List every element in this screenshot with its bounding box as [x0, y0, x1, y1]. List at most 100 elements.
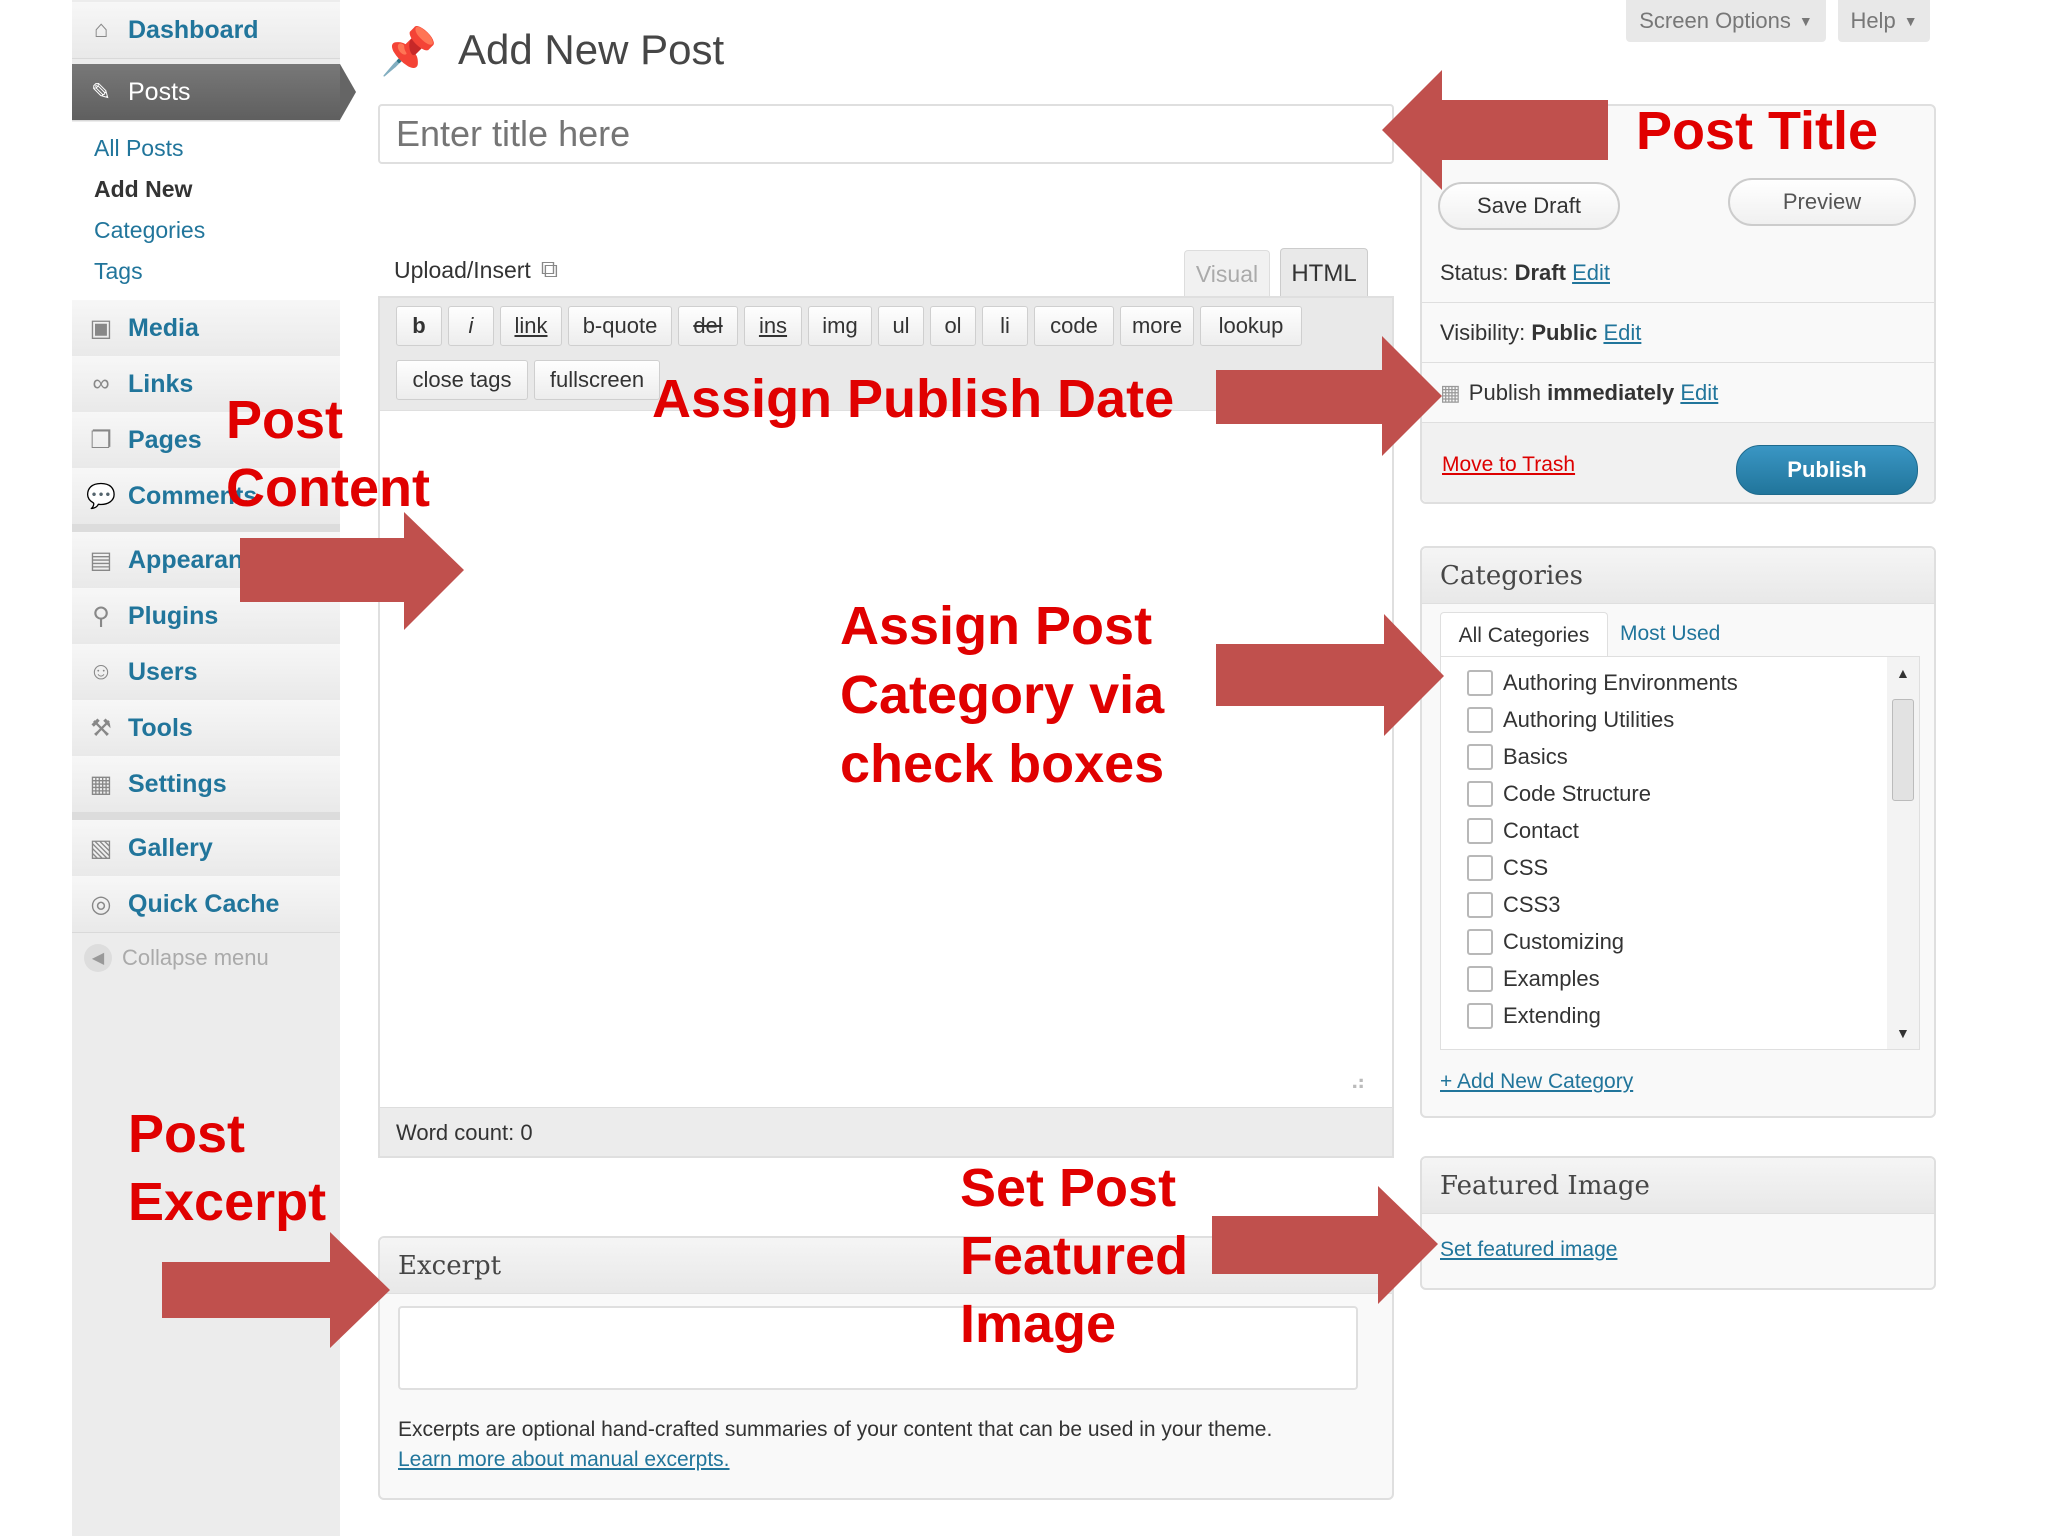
category-item[interactable]: Customizing — [1467, 926, 1624, 958]
menu-item-settings[interactable]: ▦ Settings — [72, 756, 340, 813]
quicktag-fullscreen-button[interactable]: fullscreen — [534, 360, 660, 400]
excerpt-textarea[interactable] — [398, 1306, 1358, 1390]
categories-box: Categories All Categories Most Used Auth… — [1420, 546, 1936, 1118]
category-item[interactable]: Authoring Environments — [1467, 667, 1738, 699]
category-checkbox[interactable] — [1467, 818, 1493, 844]
link-icon: ∞ — [92, 370, 110, 397]
categories-box-title: Categories — [1422, 548, 1934, 604]
edit-status-link[interactable]: Edit — [1572, 260, 1610, 285]
tab-html[interactable]: HTML — [1280, 248, 1368, 299]
quicktag-bquote-button[interactable]: b-quote — [568, 306, 672, 346]
category-item[interactable]: Code Structure — [1467, 778, 1651, 810]
quicktag-li-button[interactable]: li — [982, 306, 1028, 346]
plugin-icon: ⚲ — [92, 602, 110, 630]
category-item[interactable]: Authoring Utilities — [1467, 704, 1674, 736]
menu-item-media[interactable]: ▣ Media — [72, 300, 340, 357]
tab-visual[interactable]: Visual — [1184, 250, 1270, 297]
category-item[interactable]: Extending — [1467, 1000, 1601, 1032]
collapse-menu[interactable]: ◀ Collapse menu — [84, 944, 269, 972]
category-checkbox[interactable] — [1467, 781, 1493, 807]
menu-label: Plugins — [128, 601, 219, 630]
category-item[interactable]: CSS3 — [1467, 889, 1560, 921]
publish-button[interactable]: Publish — [1736, 445, 1918, 495]
menu-label: Media — [128, 313, 199, 342]
quicktag-i-button[interactable]: i — [448, 306, 494, 346]
quicktag-lookup-button[interactable]: lookup — [1200, 306, 1302, 346]
category-item[interactable]: CSS — [1467, 852, 1548, 884]
annotation-line: check boxes — [840, 734, 1165, 794]
menu-separator — [72, 812, 340, 820]
settings-icon: ▦ — [89, 770, 113, 798]
annotation-line: Assign Post — [840, 596, 1153, 656]
menu-item-quick-cache[interactable]: ◎ Quick Cache — [72, 876, 340, 933]
annotation-excerpt: Post Excerpt — [128, 1100, 326, 1236]
category-label: Code Structure — [1503, 781, 1651, 806]
quicktag-ol-button[interactable]: ol — [930, 306, 976, 346]
menu-item-appearance[interactable]: ▤ Appearance — [72, 532, 340, 589]
tab-most-used[interactable]: Most Used — [1620, 622, 1720, 646]
screen-options-button[interactable]: Screen Options ▼ — [1626, 0, 1826, 42]
quicktag-del-button[interactable]: del — [678, 306, 738, 346]
category-checkbox[interactable] — [1467, 966, 1493, 992]
menu-label: Gallery — [128, 833, 213, 862]
menu-item-users[interactable]: ☺ Users — [72, 644, 340, 701]
category-item[interactable]: Examples — [1467, 963, 1600, 995]
category-label: Authoring Utilities — [1503, 707, 1675, 732]
edit-publish-date-link[interactable]: Edit — [1680, 380, 1718, 406]
add-new-category-link[interactable]: + Add New Category — [1440, 1070, 1633, 1094]
quicktag-ul-button[interactable]: ul — [878, 306, 924, 346]
publish-date-value: immediately — [1547, 380, 1675, 405]
tab-all-categories[interactable]: All Categories — [1440, 612, 1608, 659]
annotation-featured: Set Post Featured Image — [960, 1154, 1188, 1358]
scroll-down-icon[interactable]: ▼ — [1896, 1025, 1910, 1041]
appearance-icon: ▤ — [89, 546, 113, 574]
menu-item-gallery[interactable]: ▧ Gallery — [72, 820, 340, 877]
publish-date-label: Publish — [1468, 380, 1541, 405]
category-scrollbar[interactable]: ▲ ▼ — [1887, 657, 1919, 1049]
quicktag-ins-button[interactable]: ins — [744, 306, 802, 346]
resize-handle-icon[interactable]: ⠴ — [1350, 1070, 1366, 1096]
post-title-input[interactable] — [378, 104, 1394, 164]
learn-more-excerpts-link[interactable]: Learn more about manual excerpts. — [398, 1448, 730, 1472]
menu-item-plugins[interactable]: ⚲ Plugins — [72, 588, 340, 645]
visibility-value: Public — [1531, 320, 1598, 345]
quicktag-more-button[interactable]: more — [1120, 306, 1194, 346]
publish-actions: Move to Trash Publish — [1422, 422, 1934, 502]
quicktag-b-button[interactable]: b — [396, 306, 442, 346]
move-to-trash-link[interactable]: Move to Trash — [1442, 453, 1575, 477]
category-checkbox[interactable] — [1467, 744, 1493, 770]
menu-item-posts[interactable]: ✎ Posts — [72, 64, 356, 121]
menu-item-dashboard[interactable]: ⌂ Dashboard — [72, 2, 340, 59]
category-item[interactable]: Contact — [1467, 815, 1579, 847]
save-draft-button[interactable]: Save Draft — [1438, 182, 1620, 230]
submenu-tags[interactable]: Tags — [94, 258, 143, 285]
category-checkbox[interactable] — [1467, 1003, 1493, 1029]
edit-visibility-link[interactable]: Edit — [1603, 320, 1641, 345]
screen-options-label: Screen Options — [1639, 8, 1791, 33]
submenu-all-posts[interactable]: All Posts — [94, 135, 183, 162]
upload-insert[interactable]: Upload/Insert ⧉ — [394, 256, 558, 284]
submenu-add-new[interactable]: Add New — [94, 176, 192, 203]
category-checkbox[interactable] — [1467, 670, 1493, 696]
category-checkbox[interactable] — [1467, 892, 1493, 918]
scroll-up-icon[interactable]: ▲ — [1896, 665, 1910, 681]
category-label: Contact — [1503, 818, 1579, 843]
help-button[interactable]: Help ▼ — [1838, 0, 1930, 42]
preview-button[interactable]: Preview — [1728, 178, 1916, 226]
annotation-line: Featured — [960, 1226, 1189, 1286]
menu-item-tools[interactable]: ⚒ Tools — [72, 700, 340, 757]
visibility-row: Visibility: Public Edit — [1440, 320, 1641, 346]
word-count: Word count: 0 — [396, 1120, 533, 1145]
quicktag-link-button[interactable]: link — [500, 306, 562, 346]
submenu-categories[interactable]: Categories — [94, 217, 205, 244]
set-featured-image-link[interactable]: Set featured image — [1440, 1238, 1617, 1262]
scrollbar-thumb[interactable] — [1892, 699, 1914, 801]
pages-icon: ❐ — [90, 426, 112, 454]
quicktag-code-button[interactable]: code — [1034, 306, 1114, 346]
page-title: Add New Post — [458, 26, 725, 73]
category-checkbox[interactable] — [1467, 855, 1493, 881]
category-item[interactable]: Basics — [1467, 741, 1568, 773]
category-checkbox[interactable] — [1467, 707, 1493, 733]
quicktag-img-button[interactable]: img — [808, 306, 872, 346]
category-checkbox[interactable] — [1467, 929, 1493, 955]
